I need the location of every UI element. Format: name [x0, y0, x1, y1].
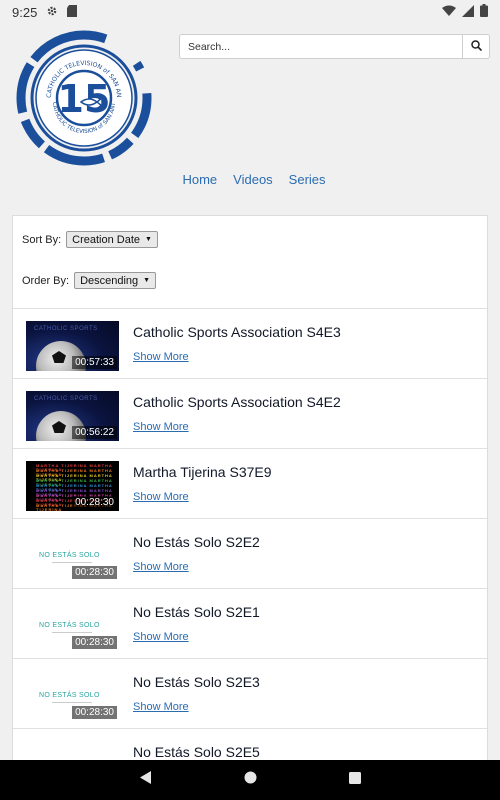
recents-icon[interactable] [348, 771, 361, 789]
order-by-row: Order By: Descending ▼ [22, 272, 157, 289]
dropdown-arrow-icon: ▼ [145, 236, 152, 243]
thumbnail-rule [52, 702, 92, 703]
video-duration: 00:28:30 [72, 496, 117, 509]
battery-icon [480, 4, 488, 20]
thumbnail-rule [52, 562, 92, 563]
show-more-link[interactable]: Show More [133, 421, 189, 433]
video-duration: 00:56:22 [72, 426, 117, 439]
video-duration: 00:57:33 [72, 356, 117, 369]
video-list-item[interactable]: NO ESTÁS SOLO 00:28:30 No Estás Solo S2E2 S… [13, 519, 487, 589]
order-by-value: Descending [80, 274, 139, 287]
show-more-link[interactable]: Show More [133, 561, 189, 573]
show-more-link[interactable]: Show More [133, 631, 189, 643]
status-time: 9:25 [12, 4, 38, 20]
sort-by-select[interactable]: Creation Date ▼ [66, 231, 158, 248]
sort-by-row: Sort By: Creation Date ▼ [22, 231, 158, 248]
status-bar: 9:25 [0, 0, 500, 24]
video-title[interactable]: Catholic Sports Association S4E2 [133, 394, 341, 410]
signal-icon [462, 4, 474, 20]
video-duration: 00:28:30 [72, 706, 117, 719]
search-button[interactable] [462, 35, 489, 58]
video-duration: 00:28:30 [72, 636, 117, 649]
site-logo[interactable]: CATHOLIC TELEVISION of SAN ANTONIO CATHO… [8, 25, 157, 166]
thumbnail-text: NO ESTÁS SOLO [39, 552, 100, 559]
video-list-panel: Sort By: Creation Date ▼ Order By: Desce… [12, 215, 488, 775]
video-thumbnail[interactable]: CATHOLIC SPORTS 00:56:22 [26, 391, 119, 441]
video-list-item[interactable]: NO ESTÁS SOLO 00:28:30 No Estás Solo S2E3 S… [13, 659, 487, 729]
settings-gear-icon [46, 5, 58, 20]
video-title[interactable]: Martha Tijerina S37E9 [133, 464, 272, 480]
system-nav-bar [0, 760, 500, 800]
video-list-item[interactable]: CATHOLIC SPORTS 00:56:22 Catholic Sports A… [13, 379, 487, 449]
order-by-select[interactable]: Descending ▼ [74, 272, 157, 289]
video-list-item[interactable]: CATHOLIC SPORTS 00:57:33 Catholic Sports A… [13, 309, 487, 379]
video-thumbnail[interactable]: NO ESTÁS SOLO 00:28:30 [26, 671, 119, 721]
main-nav: Home Videos Series [0, 172, 500, 187]
video-thumbnail[interactable]: MARTHA TIJERINA MARTHA TIJERINA MARTHA TI… [26, 461, 119, 511]
nav-home-link[interactable]: Home [182, 172, 217, 187]
dropdown-arrow-icon: ▼ [143, 277, 151, 284]
thumbnail-text: CATHOLIC SPORTS [34, 396, 98, 402]
thumbnail-text: CATHOLIC SPORTS [34, 326, 98, 332]
sd-card-icon [67, 4, 78, 20]
video-list-item[interactable]: NO ESTÁS SOLO 00:28:30 No Estás Solo S2E1 S… [13, 589, 487, 659]
video-thumbnail[interactable]: NO ESTÁS SOLO 00:28:30 [26, 601, 119, 651]
show-more-link[interactable]: Show More [133, 351, 189, 363]
home-icon[interactable] [244, 771, 257, 789]
video-duration: 00:28:30 [72, 566, 117, 579]
video-thumbnail[interactable]: CATHOLIC SPORTS 00:57:33 [26, 321, 119, 371]
order-by-label: Order By: [22, 274, 70, 287]
video-title[interactable]: Catholic Sports Association S4E3 [133, 324, 341, 340]
video-title[interactable]: No Estás Solo S2E1 [133, 604, 260, 620]
show-more-link[interactable]: Show More [133, 491, 189, 503]
video-title[interactable]: No Estás Solo S2E2 [133, 534, 260, 550]
search-icon [470, 38, 482, 56]
thumbnail-text: NO ESTÁS SOLO [39, 692, 100, 699]
back-icon[interactable] [139, 771, 152, 789]
thumbnail-rule [52, 632, 92, 633]
nav-videos-link[interactable]: Videos [233, 172, 273, 187]
thumbnail-text: NO ESTÁS SOLO [39, 622, 100, 629]
video-title[interactable]: No Estás Solo S2E3 [133, 674, 260, 690]
search-box [179, 34, 490, 59]
search-input[interactable] [180, 35, 462, 58]
show-more-link[interactable]: Show More [133, 701, 189, 713]
sort-by-label: Sort By: [22, 233, 62, 246]
video-thumbnail[interactable]: NO ESTÁS SOLO 00:28:30 [26, 531, 119, 581]
sort-by-value: Creation Date [72, 233, 140, 246]
nav-series-link[interactable]: Series [289, 172, 326, 187]
wifi-icon [442, 5, 456, 20]
video-list-item[interactable]: MARTHA TIJERINA MARTHA TIJERINA MARTHA TI… [13, 449, 487, 519]
video-title[interactable]: No Estás Solo S2E5 [133, 744, 260, 760]
